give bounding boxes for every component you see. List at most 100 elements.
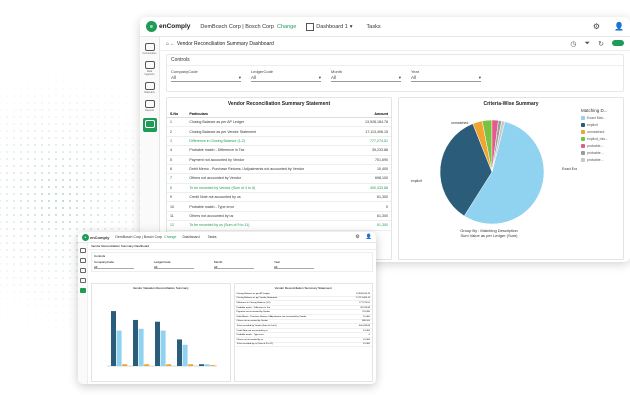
bar[interactable] xyxy=(182,344,188,366)
month-select[interactable]: All ▾ xyxy=(331,75,401,82)
decorative-dot xyxy=(0,235,1,237)
decorative-dot xyxy=(6,137,8,139)
bar[interactable] xyxy=(160,330,166,366)
dashboard-icon[interactable] xyxy=(79,288,86,293)
bar[interactable] xyxy=(204,364,210,366)
company-code-select[interactable]: All ▾ xyxy=(171,75,241,82)
settings-gear-icon[interactable]: ⚙ xyxy=(355,234,359,240)
decorative-dot xyxy=(27,249,29,251)
logo-text: enComply xyxy=(90,234,110,240)
decorative-dot xyxy=(55,242,57,244)
decorative-dot xyxy=(104,123,106,125)
user-avatar-icon[interactable]: 👤 xyxy=(366,234,372,240)
bar[interactable] xyxy=(188,364,194,366)
dashboard-selector[interactable]: Dashboard 1 ▾ xyxy=(306,22,353,31)
legend-label: probable... xyxy=(587,144,604,148)
bar[interactable] xyxy=(177,339,182,366)
decorative-dot xyxy=(118,228,120,230)
tasks-link[interactable]: Tasks xyxy=(367,24,381,30)
decorative-dot xyxy=(20,228,22,230)
bar[interactable] xyxy=(122,364,128,366)
legend-item[interactable]: probable... xyxy=(581,158,619,162)
decorative-dot xyxy=(125,214,127,216)
bar[interactable] xyxy=(138,328,144,366)
dataview-icon[interactable] xyxy=(79,268,86,273)
bar[interactable] xyxy=(210,365,216,366)
tasks-link[interactable]: Tasks xyxy=(208,235,217,239)
vendor-bar-chart[interactable] xyxy=(95,294,225,379)
bar[interactable] xyxy=(199,364,204,366)
decorative-dot xyxy=(20,158,22,160)
decorative-dot xyxy=(0,228,1,230)
decorative-dot xyxy=(41,270,43,272)
legend-item[interactable]: probable... xyxy=(581,144,619,148)
decorative-dot xyxy=(41,165,43,167)
decorative-dot xyxy=(62,312,64,314)
refresh-icon[interactable]: ↻ xyxy=(598,40,604,48)
decorative-dot xyxy=(0,151,1,153)
decorative-dot xyxy=(0,179,1,181)
decorative-dot xyxy=(83,207,85,209)
decorative-dot xyxy=(118,165,120,167)
edit-toggle[interactable] xyxy=(612,39,624,46)
decorative-dot xyxy=(69,151,71,153)
bar[interactable] xyxy=(166,364,172,366)
sum-caption: Sum Value as per Ledger (Sum) xyxy=(460,233,518,238)
bar[interactable] xyxy=(111,311,116,366)
decorative-dot xyxy=(13,277,15,279)
dashboard-selector[interactable]: Dashboard xyxy=(182,235,199,239)
decorative-dot xyxy=(104,179,106,181)
database-icon[interactable] xyxy=(79,258,86,263)
decorative-dot xyxy=(62,123,64,125)
ledger-code-select[interactable]: All ▾ xyxy=(251,75,321,82)
change-org-link[interactable]: Change xyxy=(164,235,176,239)
sidebar-item-dashboards[interactable] xyxy=(142,118,157,132)
legend-item[interactable]: unmatched xyxy=(581,130,619,134)
decorative-dot xyxy=(62,221,64,223)
sidebar-item-dataview[interactable]: Dataview xyxy=(143,82,157,94)
decorative-dot xyxy=(41,179,43,181)
settings-gear-icon[interactable]: ⚙ xyxy=(593,22,600,31)
user-avatar-icon[interactable]: 👤 xyxy=(614,22,624,31)
filter-month: Month All ▾ xyxy=(331,69,401,82)
bar[interactable] xyxy=(155,321,160,366)
decorative-dot xyxy=(69,158,71,160)
bar[interactable] xyxy=(133,319,138,366)
filter-icon[interactable]: ⏷ xyxy=(585,40,591,48)
filter-company-code[interactable]: CompanyCode All xyxy=(94,260,134,269)
change-org-link[interactable]: Change xyxy=(277,24,296,30)
decorative-dot xyxy=(125,130,127,132)
decorative-dot xyxy=(69,249,71,251)
bar[interactable] xyxy=(144,364,150,366)
decorative-dot xyxy=(48,305,50,307)
decorative-dot xyxy=(55,151,57,153)
legend-item[interactable]: probable... xyxy=(581,151,619,155)
decorative-dot xyxy=(55,88,57,90)
legend-item[interactable]: explicit_mis... xyxy=(581,137,619,141)
decorative-dot xyxy=(97,109,99,111)
legend-item[interactable]: explicit xyxy=(581,123,619,127)
year-select[interactable]: All ▾ xyxy=(411,75,481,82)
decorative-dot xyxy=(13,123,15,125)
decorative-dot xyxy=(48,137,50,139)
reports-icon[interactable] xyxy=(79,278,86,283)
filter-select[interactable]: All xyxy=(274,265,314,269)
sidebar-item-connections[interactable]: Connections xyxy=(143,43,157,55)
filter-select[interactable]: All xyxy=(94,265,134,269)
bar[interactable] xyxy=(116,330,122,366)
top-bar: e enComply DemBosch Corp | Bosch Corp Ch… xyxy=(140,17,630,37)
history-icon[interactable]: ◷ xyxy=(570,40,576,48)
connections-icon[interactable] xyxy=(79,248,86,253)
filter-year[interactable]: Year All xyxy=(274,260,314,269)
sidebar-item-data-ingestion[interactable]: Data Ingestion xyxy=(143,61,157,76)
legend-item[interactable]: Exact Mat... xyxy=(581,116,619,120)
decorative-dot xyxy=(83,74,85,76)
filter-select[interactable]: All xyxy=(214,265,254,269)
decorative-dot xyxy=(13,249,15,251)
filter-month[interactable]: Month All xyxy=(214,260,254,269)
decorative-dot xyxy=(34,256,36,258)
filter-select[interactable]: All xyxy=(154,265,194,269)
sidebar-item-reports[interactable]: Reports xyxy=(143,100,157,112)
filter-ledger-code[interactable]: LedgerCode All xyxy=(154,260,194,269)
decorative-dot xyxy=(90,179,92,181)
